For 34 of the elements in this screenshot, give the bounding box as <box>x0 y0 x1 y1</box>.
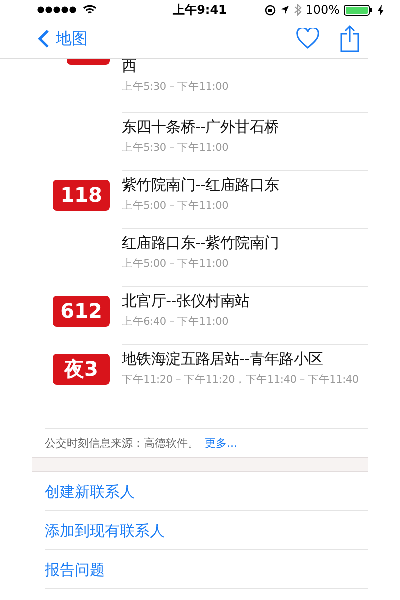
wifi-icon <box>83 5 97 15</box>
chevron-icon <box>38 29 50 49</box>
route-name: 红庙路口东--紫竹院南门 <box>122 234 280 253</box>
status-time: 上午9:41 <box>172 2 228 18</box>
share-icon[interactable] <box>340 25 360 53</box>
charging-icon <box>378 4 384 16</box>
heart-icon[interactable] <box>296 28 320 50</box>
service-hours: 上午6:40 – 下午11:00 <box>122 316 230 328</box>
service-hours: 上午5:00 – 下午11:00 <box>122 258 230 270</box>
route-name: 北官厅--张仪村南站 <box>122 292 251 311</box>
route-name: 紫竹院南门--红庙路口东 <box>122 176 280 195</box>
service-hours: 下午11:20 – 下午11:20，下午11:40 – 下午11:40 <box>122 374 360 386</box>
battery-percent: 100% <box>306 3 340 17</box>
lock-rotation-icon <box>264 4 276 16</box>
signal-icon <box>37 6 79 14</box>
route-badge: 612 <box>53 296 110 327</box>
action-item[interactable]: 报告问题 <box>45 550 368 589</box>
service-hours: 上午5:00 – 下午11:00 <box>122 200 230 212</box>
location-icon <box>280 5 290 15</box>
route-name: 东四十条桥--广外甘石桥 <box>122 118 280 137</box>
route-name: 地铁海淀五路居站--青年路小区 <box>122 350 324 369</box>
route-badge: 118 <box>53 180 110 211</box>
route-badge <box>67 59 110 65</box>
route-name: 西 <box>122 59 138 76</box>
service-hours: 上午5:30 – 下午11:00 <box>122 142 230 154</box>
bluetooth-icon <box>294 4 302 16</box>
route-badge: 夜3 <box>53 354 110 385</box>
action-item[interactable]: 添加到现有联系人 <box>45 511 368 550</box>
source-note: 公交时刻信息来源：高德软件。 <box>45 437 199 450</box>
service-hours: 上午5:30 – 下午11:00 <box>122 81 230 93</box>
battery-icon <box>344 4 374 16</box>
more-link[interactable]: 更多... <box>205 437 238 450</box>
action-item[interactable]: 创建新联系人 <box>45 472 368 511</box>
back-button[interactable]: 地图 <box>38 28 88 50</box>
